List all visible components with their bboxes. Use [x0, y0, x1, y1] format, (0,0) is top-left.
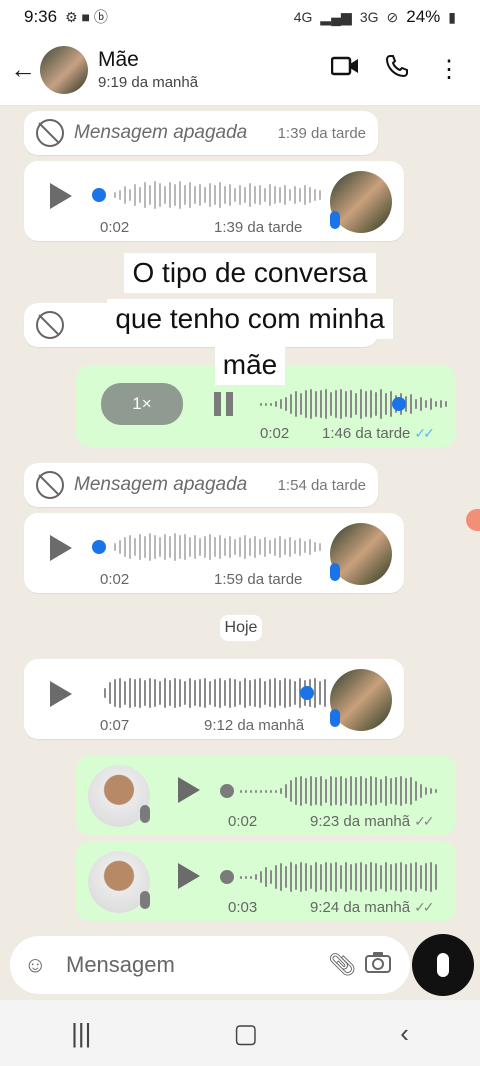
read-ticks-icon: ✓✓: [414, 425, 435, 441]
deleted-text: Mensagem apagada: [74, 474, 248, 495]
signal-icon: ▂▄▆: [320, 8, 352, 25]
back-icon[interactable]: ‹: [400, 1018, 409, 1049]
chat-area: Mensagem apagada 1:39 da tarde 0:02 1:39…: [0, 107, 480, 937]
caption-line: que tenho com minha: [107, 299, 393, 339]
record-voice-button[interactable]: [412, 934, 474, 996]
playback-dot[interactable]: [300, 686, 314, 700]
sticker-icon[interactable]: ☺: [24, 952, 56, 978]
deleted-text: Mensagem apagada: [74, 122, 248, 143]
voice-duration: 0:02: [100, 571, 130, 588]
caption-line: O tipo de conversa: [124, 253, 376, 293]
voice-message-outgoing[interactable]: 0:02 9:23 da manhã ✓✓: [76, 755, 456, 835]
contact-avatar[interactable]: [40, 45, 88, 94]
notification-icons: ⚙ ■ ⓑ: [65, 9, 108, 25]
waveform[interactable]: [114, 530, 321, 564]
mic-icon: [330, 709, 340, 727]
network-4g-label: 4G: [293, 9, 313, 25]
last-seen: 9:19 da manhã: [98, 74, 199, 91]
play-icon[interactable]: [178, 777, 200, 803]
play-icon[interactable]: [50, 535, 72, 561]
mic-icon: [437, 953, 449, 977]
playback-dot[interactable]: [92, 188, 106, 202]
waveform[interactable]: [104, 676, 326, 710]
chat-header: ← Mãe 9:19 da manhã ⋮: [0, 34, 480, 106]
message-time: 9:23 da manhã ✓✓: [310, 813, 435, 830]
playback-dot[interactable]: [92, 540, 106, 554]
voice-duration: 0:03: [228, 899, 258, 916]
battery-icon: ▮: [448, 8, 456, 25]
voice-message-outgoing[interactable]: 0:03 9:24 da manhã ✓✓: [76, 841, 456, 921]
message-time: 1:59 da tarde: [214, 571, 303, 588]
contact-info[interactable]: Mãe 9:19 da manhã: [98, 48, 314, 91]
video-call-icon[interactable]: [324, 55, 366, 84]
home-icon[interactable]: ▢: [234, 1018, 259, 1049]
play-icon[interactable]: [50, 183, 72, 209]
voice-message-incoming[interactable]: 0:07 9:12 da manhã: [24, 659, 404, 739]
deleted-message[interactable]: Mensagem apagada 1:39 da tarde: [24, 111, 378, 155]
mic-icon: [140, 891, 150, 909]
contact-name: Mãe: [98, 48, 139, 71]
waveform[interactable]: [114, 178, 321, 212]
floating-bubble-handle[interactable]: [466, 509, 480, 531]
voice-call-icon[interactable]: [376, 54, 418, 85]
message-time: 1:39 da tarde: [214, 219, 303, 236]
date-separator: Hoje: [220, 615, 262, 641]
playback-dot[interactable]: [220, 784, 234, 798]
playback-dot[interactable]: [220, 870, 234, 884]
voice-duration: 0:02: [100, 219, 130, 236]
pause-icon[interactable]: [214, 392, 233, 416]
voice-duration: 0:07: [100, 717, 130, 734]
waveform[interactable]: [260, 387, 447, 421]
mic-icon: [330, 211, 340, 229]
mic-icon: [140, 805, 150, 823]
deleted-message[interactable]: Mensagem apagada 1:54 da tarde: [24, 463, 378, 507]
voice-message-incoming[interactable]: 0:02 1:59 da tarde: [24, 513, 404, 593]
status-time: 9:36: [24, 7, 58, 26]
back-arrow-icon[interactable]: ←: [10, 54, 40, 85]
voice-message-incoming[interactable]: 0:02 1:39 da tarde: [24, 161, 404, 241]
message-input[interactable]: Mensagem: [66, 952, 324, 978]
delivered-ticks-icon: ✓✓: [414, 813, 435, 829]
more-options-icon[interactable]: ⋮: [428, 55, 470, 84]
play-icon[interactable]: [178, 863, 200, 889]
mic-icon: [330, 563, 340, 581]
message-time: 9:24 da manhã ✓✓: [310, 899, 435, 916]
playback-dot[interactable]: [392, 397, 406, 411]
message-time: 1:46 da tarde ✓✓: [322, 425, 435, 442]
message-time: 9:12 da manhã: [204, 717, 305, 734]
attach-icon[interactable]: 📎︎: [324, 952, 360, 978]
recent-apps-icon[interactable]: |||: [71, 1018, 91, 1049]
caption-line: mãe: [214, 345, 286, 385]
delivered-ticks-icon: ✓✓: [414, 899, 435, 915]
message-composer: ☺ Mensagem 📎︎: [10, 936, 410, 994]
message-time: 1:54 da tarde: [277, 476, 366, 494]
play-icon[interactable]: [50, 681, 72, 707]
message-time: 1:39 da tarde: [277, 124, 366, 142]
voice-duration: 0:02: [260, 425, 290, 442]
blocked-icon: [36, 119, 64, 147]
android-nav-bar: ||| ▢ ‹: [0, 1000, 480, 1066]
camera-icon[interactable]: [360, 951, 396, 979]
battery-percent: 24%: [406, 7, 441, 26]
dnd-icon: ⊘: [386, 8, 399, 25]
video-caption: O tipo de conversa que tenho com minha m…: [70, 247, 430, 391]
blocked-icon: [36, 311, 64, 339]
blocked-icon: [36, 471, 64, 499]
network-3g-label: 3G: [359, 9, 379, 25]
voice-duration: 0:02: [228, 813, 258, 830]
status-bar: 9:36 ⚙ ■ ⓑ 4G ▂▄▆ 3G ⊘ 24% ▮: [0, 0, 480, 34]
waveform[interactable]: [240, 774, 437, 808]
waveform[interactable]: [240, 860, 437, 894]
